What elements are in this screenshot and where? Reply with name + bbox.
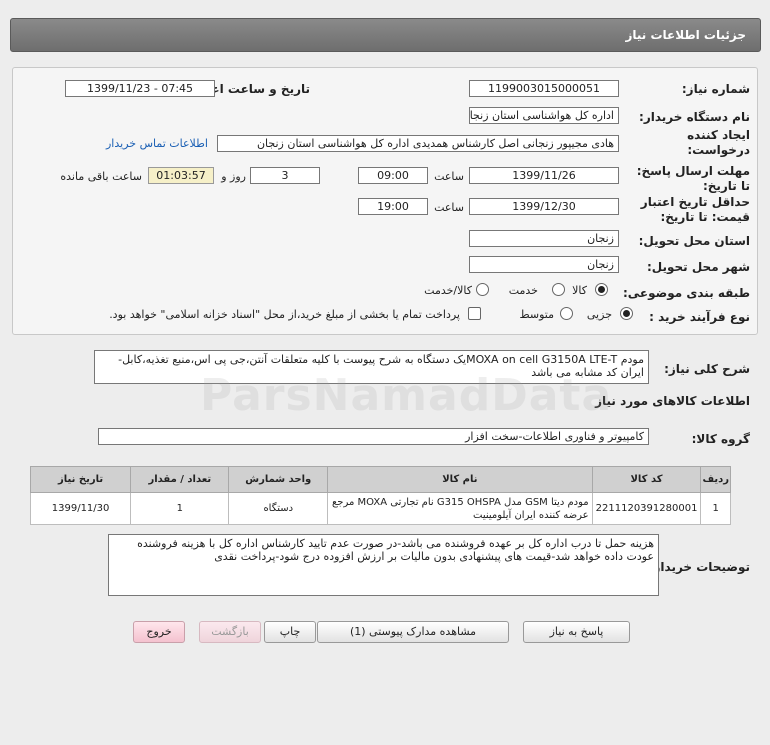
cell-unit: دستگاه: [228, 492, 329, 525]
table-header-row: ردیف کد کالا نام کالا واحد شمارش تعداد /…: [29, 466, 731, 493]
category-option-goods-service: کالا/خدمت: [424, 284, 472, 297]
creator-field: هادی مجیپور زنجانی اصل کارشناس همدیدی اد…: [217, 135, 619, 152]
category-option-goods: کالا: [572, 284, 587, 297]
validity-date-field: 1399/12/30: [469, 198, 619, 215]
process-type-label: نوع فرآیند خرید :: [649, 310, 750, 324]
view-attachments-button[interactable]: مشاهده مدارک پیوستی (1): [317, 621, 509, 643]
creator-label-line2: درخواست:: [687, 143, 750, 157]
cell-date: 1399/11/30: [29, 492, 132, 525]
buyer-notes-label: توضیحات خریدار:: [648, 560, 750, 574]
validity-time-field: 19:00: [358, 198, 428, 215]
deadline-label-line1: مهلت ارسال پاسخ:: [636, 164, 750, 178]
cell-index: 1: [700, 492, 731, 525]
respond-button[interactable]: پاسخ به نیاز: [523, 621, 630, 643]
category-option-service: خدمت: [508, 284, 538, 297]
col-header-index: ردیف: [700, 466, 731, 493]
page-header: جزئیات اطلاعات نیاز: [10, 18, 761, 52]
goods-group-field: کامپیوتر و فناوری اطلاعات-سخت افزار: [98, 428, 649, 445]
description-text: مودم MOXA on cell G3150A LTE-Tیک دستگاه …: [94, 350, 649, 384]
process-option-medium: متوسط: [519, 308, 554, 321]
process-radio-medium[interactable]: [560, 307, 573, 320]
process-option-minor: جزیی: [586, 308, 612, 321]
category-label: طبقه بندی موضوعی:: [622, 286, 750, 300]
goods-table: ردیف کد کالا نام کالا واحد شمارش تعداد /…: [29, 466, 731, 525]
need-number-label: شماره نیاز:: [681, 82, 750, 96]
process-radio-minor[interactable]: [620, 307, 633, 320]
buyer-org-field: اداره کل هواشناسی استان زنجان: [469, 107, 619, 124]
deadline-time-label: ساعت: [434, 170, 464, 183]
announce-date-field: 1399/11/23 - 07:45: [65, 80, 215, 97]
col-header-unit: واحد شمارش: [228, 466, 329, 493]
creator-label-line1: ایجاد کننده: [687, 128, 750, 142]
col-header-date: تاریخ نیاز: [29, 466, 132, 493]
buyer-org-label: نام دستگاه خریدار:: [639, 110, 750, 124]
buyer-notes-text: هزینه حمل تا درب اداره کل بر عهده فروشند…: [108, 534, 659, 596]
deadline-label-line2: تا تاریخ:: [702, 179, 750, 193]
exit-button[interactable]: خروج: [133, 621, 185, 643]
days-remaining-field: 3: [250, 167, 320, 184]
validity-time-label: ساعت: [434, 201, 464, 214]
category-radio-goods[interactable]: [595, 283, 608, 296]
treasury-payment-note: پرداخت تمام یا بخشی از مبلغ خرید،از محل …: [109, 308, 460, 321]
days-label: روز و: [221, 170, 246, 183]
description-label: شرح کلی نیاز:: [664, 362, 750, 376]
remaining-label: ساعت باقی مانده: [60, 170, 142, 183]
goods-group-label: گروه کالا:: [691, 432, 750, 446]
validity-label-line2: قیمت: تا تاریخ:: [660, 210, 750, 224]
category-radio-goods-service[interactable]: [476, 283, 489, 296]
back-button[interactable]: بازگشت: [199, 621, 261, 643]
validity-label-line1: حداقل تاریخ اعتبار: [640, 195, 750, 209]
cell-code: 2211120391280001: [591, 492, 702, 525]
city-field: زنجان: [469, 256, 619, 273]
col-header-name: نام کالا: [327, 466, 593, 493]
col-header-qty: تعداد / مقدار: [130, 466, 230, 493]
deadline-time-field: 09:00: [358, 167, 428, 184]
province-field: زنجان: [469, 230, 619, 247]
province-label: استان محل تحویل:: [638, 234, 750, 248]
city-label: شهر محل تحویل:: [646, 260, 750, 274]
page-title: جزئیات اطلاعات نیاز: [625, 28, 746, 42]
table-row: 1 2211120391280001 مودم دیتا GSM مدل G31…: [29, 492, 731, 525]
category-radio-service[interactable]: [552, 283, 565, 296]
treasury-payment-checkbox[interactable]: [468, 307, 481, 320]
print-button[interactable]: چاپ: [264, 621, 316, 643]
deadline-date-field: 1399/11/26: [469, 167, 619, 184]
col-header-code: کد کالا: [591, 466, 702, 493]
cell-qty: 1: [130, 492, 230, 525]
goods-section-title: اطلاعات کالاهای مورد نیاز: [595, 394, 750, 408]
need-number-field: 1199003015000051: [469, 80, 619, 97]
cell-name: مودم دیتا GSM مدل G315 OHSPA نام تجارتی …: [327, 492, 593, 525]
remaining-time-field: 01:03:57: [148, 167, 214, 184]
buyer-contact-link[interactable]: اطلاعات تماس خریدار: [106, 137, 208, 150]
